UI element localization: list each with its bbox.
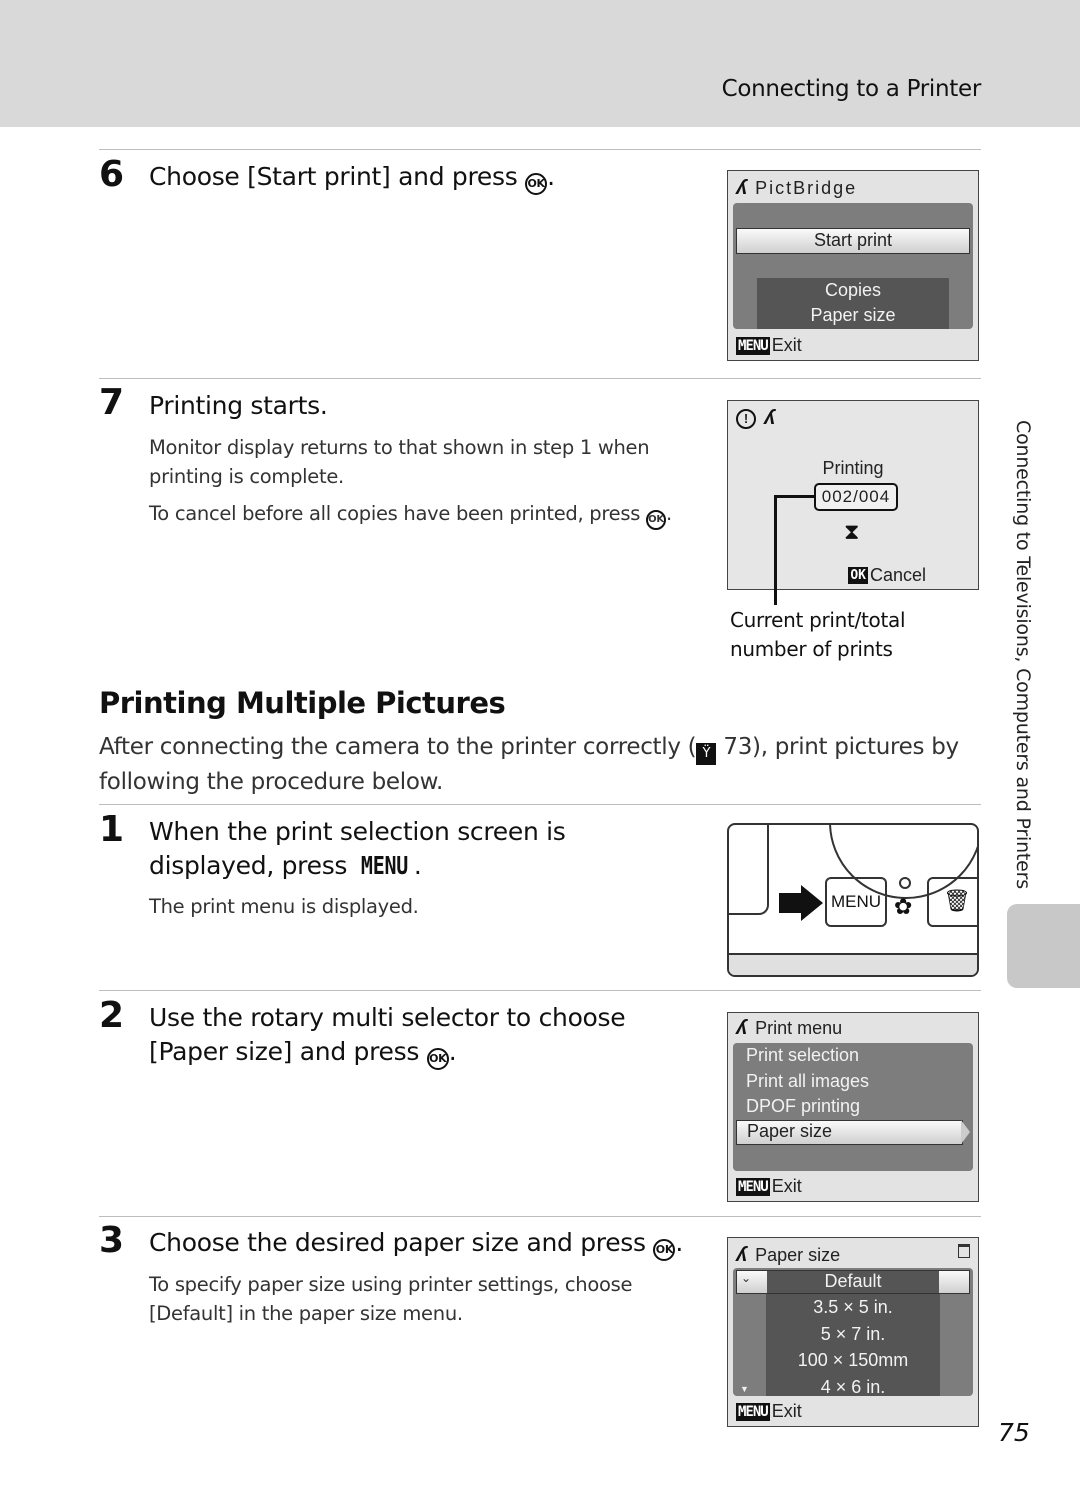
ok-button-icon: OK [653, 1239, 676, 1261]
menu-panel: ⌄ Default 3.5 × 5 in. 5 × 7 in. 100 × 15… [733, 1268, 973, 1397]
cancel-hint: OK Cancel [848, 565, 926, 585]
paper-size-option[interactable]: 5 × 7 in. [766, 1321, 940, 1348]
macro-icon: ✿ [894, 895, 913, 920]
menu-item-print-selection[interactable]: Print selection [746, 1045, 859, 1066]
menu-item-default[interactable]: Default [767, 1271, 939, 1293]
screen-header: ! ʎ [736, 407, 775, 430]
page-number: 75 [998, 1418, 1030, 1447]
menu-button[interactable]: MENU [825, 877, 887, 927]
screen-header: ʎ PictBridge [736, 177, 858, 199]
selected-row: ⌄ Default [736, 1270, 970, 1294]
step-title: When the print selection screen is displ… [149, 815, 689, 883]
indicator-lamp [899, 877, 911, 889]
divider [99, 804, 981, 805]
menu-item-print-all-images[interactable]: Print all images [746, 1071, 869, 1092]
ok-button-icon: OK [426, 1048, 449, 1070]
step-body: To cancel before all copies have been pr… [149, 499, 709, 530]
menu-panel: Start print Copies Paper size [733, 203, 973, 329]
paper-size-screen: ʎ Paper size ⌄ Default 3.5 × 5 in. 5 × 7 … [727, 1237, 979, 1427]
pictbridge-icon: ʎ [764, 407, 776, 429]
callout-line [774, 495, 777, 605]
print-menu-screen: ʎ Print menu Print selection Print all im… [727, 1012, 979, 1202]
pictbridge-icon: ʎ [736, 177, 748, 199]
step-body: The print menu is displayed. [149, 895, 419, 918]
arrow-icon [779, 893, 803, 913]
divider [99, 149, 981, 150]
ok-button-icon: OK [645, 510, 666, 530]
step-title: Choose the desired paper size and press … [149, 1226, 683, 1261]
pictbridge-icon: ʎ [736, 1017, 748, 1039]
step-body: Monitor display returns to that shown in… [149, 436, 650, 488]
step-title: Printing starts. [149, 391, 328, 420]
menu-badge: MENU [736, 1177, 770, 1196]
menu-button-label: MENU [360, 851, 408, 880]
arrow-icon [801, 885, 823, 921]
ok-badge: OK [848, 567, 868, 584]
camera-illustration: MENU ✿ 🗑 [727, 823, 979, 977]
chapter-tab[interactable] [1007, 904, 1080, 988]
step-number: 3 [99, 1220, 125, 1261]
menu-badge: MENU [736, 336, 770, 355]
paper-size-option[interactable]: 3.5 × 5 in. [766, 1294, 940, 1321]
paper-size-option[interactable]: 4 × 6 in. [766, 1374, 940, 1401]
step-title: Use the rotary multi selector to choose … [149, 1001, 704, 1070]
section-title: Printing Multiple Pictures [99, 686, 506, 720]
ok-button-icon: OK [525, 173, 548, 195]
step-number: 2 [99, 995, 125, 1036]
chapter-side-label: Connecting to Televisions, Computers and… [1012, 420, 1034, 889]
header-band [0, 0, 1080, 127]
step-number: 1 [99, 809, 125, 850]
callout-label: Current print/total number of prints [730, 608, 906, 661]
hourglass-icon: ⧗ [844, 519, 860, 544]
step-title-end: . [547, 162, 555, 191]
page-reference-icon: Ϋ [696, 743, 717, 765]
warning-icon: ! [736, 408, 756, 429]
step-number: 7 [99, 382, 125, 423]
exit-hint: MENU Exit [736, 335, 802, 355]
menu-item-copies[interactable]: Copies [757, 278, 949, 303]
menu-item-paper-size[interactable]: Paper size [736, 1120, 963, 1145]
menu-item-start-print[interactable]: Start print [736, 228, 970, 254]
exit-hint: MENU Exit [736, 1176, 802, 1196]
menu-item-dpof-printing[interactable]: DPOF printing [746, 1096, 860, 1117]
printing-status: Printing [822, 458, 884, 478]
step-title: Choose [Start print] and press OK. [149, 160, 555, 195]
callout-line [774, 495, 814, 498]
printing-screen: ! ʎ Printing 002/004 ⧗ OK Cancel [727, 400, 979, 590]
print-counter: 002/004 [814, 483, 898, 511]
submenu-arrow-icon [961, 1120, 970, 1144]
screen-header: ʎ Print menu [736, 1017, 843, 1039]
menu-badge: MENU [736, 1402, 770, 1421]
divider [99, 378, 981, 379]
divider [99, 1216, 981, 1217]
pictbridge-icon: ʎ [736, 1244, 748, 1266]
camera-body-edge [729, 825, 769, 915]
menu-list: Copies Paper size [757, 278, 949, 329]
scroll-down-icon: ▼ [740, 1384, 749, 1394]
exit-hint: MENU Exit [736, 1401, 802, 1421]
delete-button[interactable]: 🗑 [927, 877, 977, 927]
step-body: To specify paper size using printer sett… [149, 1273, 633, 1325]
step-number: 6 [99, 154, 125, 195]
pictbridge-screen: ʎ PictBridge Start print Copies Paper siz… [727, 170, 979, 361]
divider [99, 990, 981, 991]
camera-base [729, 955, 977, 975]
running-header: Connecting to a Printer [721, 76, 982, 102]
step-title-text: Choose [Start print] and press [149, 162, 526, 191]
options-list: 3.5 × 5 in. 5 × 7 in. 100 × 150mm 4 × 6 … [766, 1294, 940, 1397]
battery-icon [958, 1244, 970, 1258]
scroll-up-icon: ⌄ [741, 1271, 752, 1285]
screen-header: ʎ Paper size [736, 1244, 841, 1266]
menu-panel: Print selection Print all images DPOF pr… [733, 1043, 973, 1171]
menu-item-paper-size[interactable]: Paper size [757, 303, 949, 328]
paper-size-option[interactable]: 100 × 150mm [766, 1347, 940, 1374]
section-intro: After connecting the camera to the print… [99, 734, 959, 795]
